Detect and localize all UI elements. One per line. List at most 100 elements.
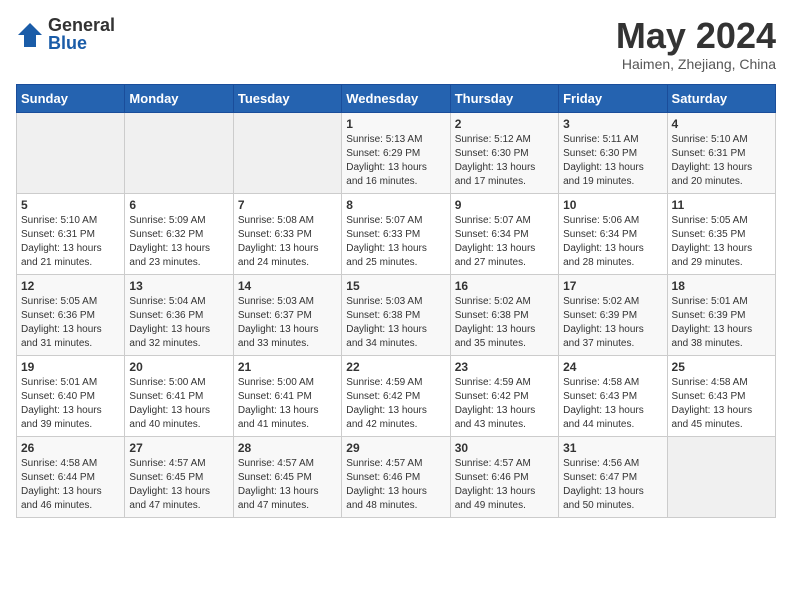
day-info: Sunrise: 4:57 AM Sunset: 6:46 PM Dayligh… [455,457,554,513]
calendar-cell: 12 Sunrise: 5:05 AM Sunset: 6:36 PM Dayli… [17,274,125,355]
day-info: Sunrise: 5:04 AM Sunset: 6:36 PM Dayligh… [129,295,228,351]
day-number: 23 [455,360,554,374]
day-number: 17 [563,279,662,293]
calendar-cell: 8 Sunrise: 5:07 AM Sunset: 6:33 PM Daylig… [342,193,450,274]
day-info: Sunrise: 4:56 AM Sunset: 6:47 PM Dayligh… [563,457,662,513]
header-cell-tuesday: Tuesday [233,84,341,112]
logo-icon [16,21,44,49]
title-block: May 2024 Haimen, Zhejiang, China [616,16,776,72]
calendar-cell: 15 Sunrise: 5:03 AM Sunset: 6:38 PM Dayli… [342,274,450,355]
day-info: Sunrise: 5:07 AM Sunset: 6:33 PM Dayligh… [346,214,445,270]
day-info: Sunrise: 5:13 AM Sunset: 6:29 PM Dayligh… [346,133,445,189]
day-info: Sunrise: 4:57 AM Sunset: 6:45 PM Dayligh… [129,457,228,513]
day-number: 12 [21,279,120,293]
header-cell-thursday: Thursday [450,84,558,112]
calendar-cell [17,112,125,193]
day-info: Sunrise: 5:10 AM Sunset: 6:31 PM Dayligh… [21,214,120,270]
calendar-cell: 5 Sunrise: 5:10 AM Sunset: 6:31 PM Daylig… [17,193,125,274]
day-number: 27 [129,441,228,455]
day-info: Sunrise: 5:01 AM Sunset: 6:39 PM Dayligh… [672,295,771,351]
calendar-cell: 11 Sunrise: 5:05 AM Sunset: 6:35 PM Dayli… [667,193,775,274]
calendar-body: 1Sunrise: 5:13 AM Sunset: 6:29 PM Daylig… [17,112,776,517]
calendar-cell: 13 Sunrise: 5:04 AM Sunset: 6:36 PM Dayli… [125,274,233,355]
day-number: 14 [238,279,337,293]
calendar-cell: 18Sunrise: 5:01 AM Sunset: 6:39 PM Dayli… [667,274,775,355]
header-cell-sunday: Sunday [17,84,125,112]
day-number: 8 [346,198,445,212]
day-number: 16 [455,279,554,293]
calendar-cell: 25 Sunrise: 4:58 AM Sunset: 6:43 PM Dayli… [667,355,775,436]
header-row: SundayMondayTuesdayWednesdayThursdayFrid… [17,84,776,112]
day-info: Sunrise: 5:00 AM Sunset: 6:41 PM Dayligh… [129,376,228,432]
day-number: 11 [672,198,771,212]
day-number: 29 [346,441,445,455]
month-title: May 2024 [616,16,776,56]
day-number: 6 [129,198,228,212]
day-info: Sunrise: 5:09 AM Sunset: 6:32 PM Dayligh… [129,214,228,270]
calendar-cell: 2Sunrise: 5:12 AM Sunset: 6:30 PM Daylig… [450,112,558,193]
day-number: 30 [455,441,554,455]
week-row-2: 5 Sunrise: 5:10 AM Sunset: 6:31 PM Daylig… [17,193,776,274]
calendar-cell: 7Sunrise: 5:08 AM Sunset: 6:33 PM Daylig… [233,193,341,274]
week-row-4: 19Sunrise: 5:01 AM Sunset: 6:40 PM Dayli… [17,355,776,436]
logo-general: General [48,16,115,34]
day-info: Sunrise: 5:05 AM Sunset: 6:35 PM Dayligh… [672,214,771,270]
calendar-cell: 1Sunrise: 5:13 AM Sunset: 6:29 PM Daylig… [342,112,450,193]
day-info: Sunrise: 4:57 AM Sunset: 6:45 PM Dayligh… [238,457,337,513]
day-info: Sunrise: 4:58 AM Sunset: 6:44 PM Dayligh… [21,457,120,513]
day-info: Sunrise: 4:57 AM Sunset: 6:46 PM Dayligh… [346,457,445,513]
calendar-cell: 21 Sunrise: 5:00 AM Sunset: 6:41 PM Dayli… [233,355,341,436]
calendar-cell: 28Sunrise: 4:57 AM Sunset: 6:45 PM Dayli… [233,436,341,517]
header-cell-friday: Friday [559,84,667,112]
calendar-header: SundayMondayTuesdayWednesdayThursdayFrid… [17,84,776,112]
calendar-cell [667,436,775,517]
day-info: Sunrise: 4:58 AM Sunset: 6:43 PM Dayligh… [563,376,662,432]
day-info: Sunrise: 5:06 AM Sunset: 6:34 PM Dayligh… [563,214,662,270]
day-number: 22 [346,360,445,374]
day-number: 5 [21,198,120,212]
day-number: 9 [455,198,554,212]
day-info: Sunrise: 5:03 AM Sunset: 6:38 PM Dayligh… [346,295,445,351]
day-info: Sunrise: 5:11 AM Sunset: 6:30 PM Dayligh… [563,133,662,189]
day-info: Sunrise: 5:03 AM Sunset: 6:37 PM Dayligh… [238,295,337,351]
calendar-cell: 3 Sunrise: 5:11 AM Sunset: 6:30 PM Daylig… [559,112,667,193]
day-number: 13 [129,279,228,293]
calendar-table: SundayMondayTuesdayWednesdayThursdayFrid… [16,84,776,518]
calendar-cell: 16 Sunrise: 5:02 AM Sunset: 6:38 PM Dayli… [450,274,558,355]
day-number: 24 [563,360,662,374]
calendar-cell: 20Sunrise: 5:00 AM Sunset: 6:41 PM Dayli… [125,355,233,436]
week-row-5: 26Sunrise: 4:58 AM Sunset: 6:44 PM Dayli… [17,436,776,517]
calendar-cell: 24 Sunrise: 4:58 AM Sunset: 6:43 PM Dayli… [559,355,667,436]
calendar-cell: 14 Sunrise: 5:03 AM Sunset: 6:37 PM Dayli… [233,274,341,355]
logo: General Blue [16,16,115,52]
calendar-cell: 17Sunrise: 5:02 AM Sunset: 6:39 PM Dayli… [559,274,667,355]
day-info: Sunrise: 5:08 AM Sunset: 6:33 PM Dayligh… [238,214,337,270]
calendar-cell: 26Sunrise: 4:58 AM Sunset: 6:44 PM Dayli… [17,436,125,517]
week-row-3: 12 Sunrise: 5:05 AM Sunset: 6:36 PM Dayli… [17,274,776,355]
day-number: 3 [563,117,662,131]
day-info: Sunrise: 5:00 AM Sunset: 6:41 PM Dayligh… [238,376,337,432]
day-info: Sunrise: 5:10 AM Sunset: 6:31 PM Dayligh… [672,133,771,189]
day-info: Sunrise: 5:07 AM Sunset: 6:34 PM Dayligh… [455,214,554,270]
day-number: 25 [672,360,771,374]
logo-text: General Blue [48,16,115,52]
calendar-cell [233,112,341,193]
day-number: 21 [238,360,337,374]
day-info: Sunrise: 5:12 AM Sunset: 6:30 PM Dayligh… [455,133,554,189]
day-number: 31 [563,441,662,455]
calendar-cell: 19Sunrise: 5:01 AM Sunset: 6:40 PM Dayli… [17,355,125,436]
day-info: Sunrise: 4:58 AM Sunset: 6:43 PM Dayligh… [672,376,771,432]
day-number: 15 [346,279,445,293]
calendar-cell: 31 Sunrise: 4:56 AM Sunset: 6:47 PM Dayli… [559,436,667,517]
day-number: 4 [672,117,771,131]
week-row-1: 1Sunrise: 5:13 AM Sunset: 6:29 PM Daylig… [17,112,776,193]
header-cell-saturday: Saturday [667,84,775,112]
calendar-cell: 27 Sunrise: 4:57 AM Sunset: 6:45 PM Dayli… [125,436,233,517]
day-info: Sunrise: 5:05 AM Sunset: 6:36 PM Dayligh… [21,295,120,351]
day-info: Sunrise: 5:02 AM Sunset: 6:38 PM Dayligh… [455,295,554,351]
header-cell-wednesday: Wednesday [342,84,450,112]
calendar-cell: 10Sunrise: 5:06 AM Sunset: 6:34 PM Dayli… [559,193,667,274]
location: Haimen, Zhejiang, China [616,56,776,72]
page-header: General Blue May 2024 Haimen, Zhejiang, … [16,16,776,72]
calendar-cell: 22Sunrise: 4:59 AM Sunset: 6:42 PM Dayli… [342,355,450,436]
